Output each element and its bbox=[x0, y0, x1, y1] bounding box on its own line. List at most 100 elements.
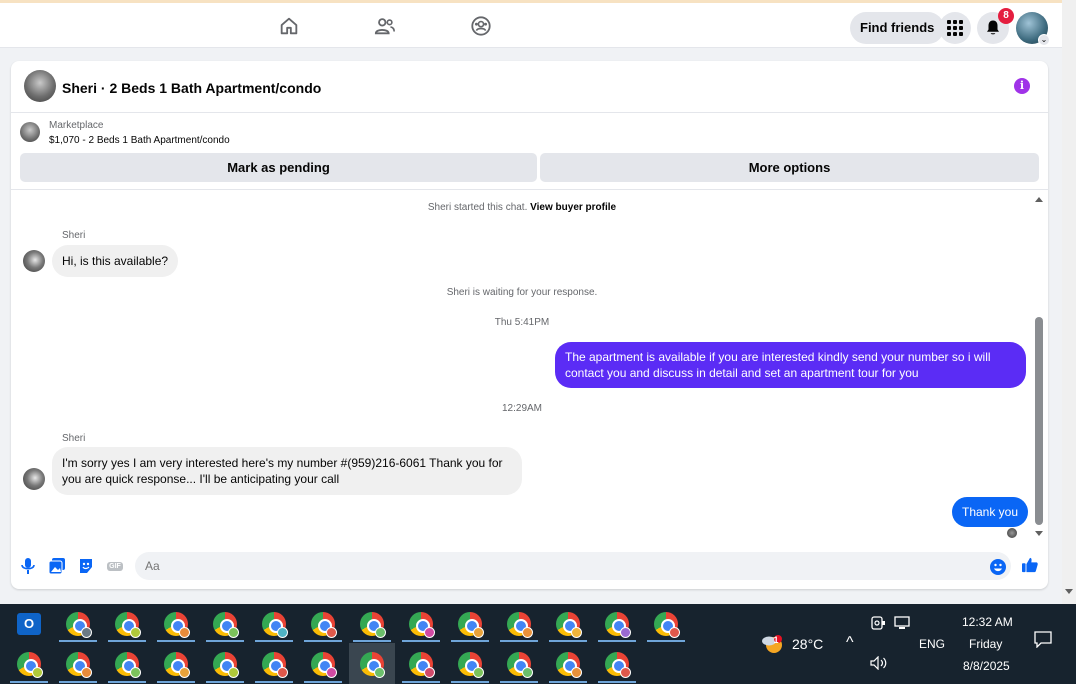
timestamp: 12:29AM bbox=[501, 403, 543, 414]
chrome-icon[interactable] bbox=[502, 647, 536, 681]
chrome-icon[interactable] bbox=[159, 647, 193, 681]
message-input[interactable] bbox=[135, 552, 1011, 580]
sender-avatar[interactable] bbox=[23, 468, 45, 490]
listing-thumbnail[interactable] bbox=[20, 122, 40, 142]
home-icon[interactable] bbox=[276, 13, 302, 39]
sender-avatar[interactable] bbox=[23, 250, 45, 272]
chrome-icon[interactable] bbox=[110, 607, 144, 641]
running-indicator bbox=[304, 640, 342, 642]
running-indicator bbox=[206, 681, 244, 683]
chat-started-text: Sheri started this chat. bbox=[427, 202, 528, 213]
outlook-icon[interactable]: O bbox=[12, 607, 46, 641]
chrome-icon[interactable] bbox=[453, 607, 487, 641]
chrome-icon[interactable] bbox=[453, 647, 487, 681]
chrome-icon-active[interactable] bbox=[349, 643, 395, 684]
chrome-icon[interactable] bbox=[208, 607, 242, 641]
weather-temperature[interactable]: 28°C bbox=[792, 636, 823, 652]
listing-title[interactable]: $1,070 - 2 Beds 1 Bath Apartment/condo bbox=[49, 135, 230, 146]
more-options-button[interactable]: More options bbox=[540, 153, 1039, 182]
running-indicator bbox=[500, 681, 538, 683]
incoming-message[interactable]: I'm sorry yes I am very interested here'… bbox=[52, 447, 522, 495]
page-scrollbar[interactable] bbox=[1062, 0, 1076, 604]
chrome-icon[interactable] bbox=[551, 647, 585, 681]
marketplace-listing-bar: Marketplace $1,070 - 2 Beds 1 Bath Apart… bbox=[11, 114, 1048, 190]
language-indicator[interactable]: ENG bbox=[919, 637, 945, 651]
running-indicator bbox=[402, 681, 440, 683]
chrome-icon[interactable] bbox=[600, 647, 634, 681]
clock-day[interactable]: Friday bbox=[969, 637, 1002, 651]
outgoing-message[interactable]: The apartment is available if you are in… bbox=[555, 342, 1026, 388]
chat-title[interactable]: Sheri · 2 Beds 1 Bath Apartment/condo bbox=[62, 80, 321, 96]
like-icon[interactable] bbox=[1022, 557, 1038, 573]
chevron-up-icon[interactable]: ^ bbox=[846, 634, 854, 652]
find-friends-button[interactable]: Find friends bbox=[850, 12, 945, 44]
chrome-icon[interactable] bbox=[649, 607, 683, 641]
emoji-icon[interactable] bbox=[990, 559, 1006, 575]
outgoing-message[interactable]: Thank you bbox=[952, 497, 1029, 527]
scroll-down-arrow-icon[interactable] bbox=[1065, 589, 1073, 594]
chrome-icon[interactable] bbox=[502, 607, 536, 641]
conversation-panel: Sheri · 2 Beds 1 Bath Apartment/condo i … bbox=[11, 61, 1048, 589]
scroll-up-arrow-icon[interactable] bbox=[1035, 197, 1043, 202]
chrome-icon[interactable] bbox=[404, 607, 438, 641]
incoming-message[interactable]: Hi, is this available? bbox=[52, 245, 179, 277]
network-icon[interactable] bbox=[891, 609, 913, 637]
chrome-icon[interactable] bbox=[551, 607, 585, 641]
chrome-icon[interactable] bbox=[110, 647, 144, 681]
message-composer: GIF bbox=[11, 549, 1048, 589]
chrome-icon[interactable] bbox=[257, 647, 291, 681]
waiting-notice: Sheri is waiting for your response. bbox=[446, 287, 598, 298]
scrollbar-thumb[interactable] bbox=[1035, 317, 1043, 525]
volume-icon[interactable] bbox=[868, 649, 890, 677]
chrome-icon[interactable] bbox=[355, 607, 389, 641]
chrome-icon[interactable] bbox=[61, 647, 95, 681]
running-indicator bbox=[500, 640, 538, 642]
running-indicator bbox=[108, 681, 146, 683]
chat-header: Sheri · 2 Beds 1 Bath Apartment/condo i bbox=[11, 61, 1048, 113]
chrome-icon[interactable] bbox=[306, 607, 340, 641]
marketplace-label: Marketplace bbox=[49, 120, 104, 131]
chrome-icon[interactable] bbox=[600, 607, 634, 641]
chevron-down-icon[interactable]: ⌄ bbox=[1038, 34, 1050, 46]
clock-date[interactable]: 8/8/2025 bbox=[963, 659, 1010, 673]
running-indicator bbox=[59, 681, 97, 683]
view-buyer-profile-link[interactable]: View buyer profile bbox=[530, 202, 616, 213]
weather-alert-count: 1 bbox=[773, 635, 779, 645]
chrome-icon[interactable] bbox=[404, 647, 438, 681]
seen-indicator-avatar bbox=[1007, 528, 1017, 538]
running-indicator bbox=[598, 681, 636, 683]
photo-icon[interactable] bbox=[49, 558, 65, 574]
chrome-icon[interactable] bbox=[208, 647, 242, 681]
menu-grid-button[interactable] bbox=[939, 12, 971, 44]
running-indicator bbox=[59, 640, 97, 642]
gif-icon[interactable]: GIF bbox=[107, 558, 123, 574]
notification-center-icon[interactable] bbox=[1030, 626, 1056, 652]
meet-now-icon[interactable] bbox=[868, 609, 888, 637]
bell-icon bbox=[987, 20, 999, 35]
running-indicator bbox=[10, 681, 48, 683]
mark-as-pending-button[interactable]: Mark as pending bbox=[20, 153, 537, 182]
running-indicator bbox=[157, 640, 195, 642]
info-icon[interactable]: i bbox=[1014, 78, 1030, 94]
chat-scrollbar[interactable] bbox=[1033, 193, 1045, 541]
chrome-icon[interactable] bbox=[159, 607, 193, 641]
chrome-icon[interactable] bbox=[12, 647, 46, 681]
top-navigation-bar: Find friends 8 ⌄ bbox=[0, 0, 1062, 48]
scroll-down-arrow-icon[interactable] bbox=[1035, 531, 1043, 536]
running-indicator bbox=[206, 640, 244, 642]
chrome-icon[interactable] bbox=[257, 607, 291, 641]
clock-time[interactable]: 12:32 AM bbox=[962, 615, 1013, 629]
running-indicator bbox=[647, 640, 685, 642]
windows-taskbar: O 1 28°C ^ ENG 12:32 AM Friday 8/8/2025 bbox=[0, 604, 1076, 684]
sticker-icon[interactable] bbox=[78, 558, 94, 574]
microphone-icon[interactable] bbox=[20, 558, 36, 574]
chrome-icon[interactable] bbox=[306, 647, 340, 681]
running-indicator bbox=[549, 681, 587, 683]
groups-icon[interactable] bbox=[468, 13, 494, 39]
running-indicator bbox=[598, 640, 636, 642]
listing-avatar[interactable] bbox=[24, 70, 56, 102]
sender-name: Sheri bbox=[62, 433, 86, 444]
running-indicator bbox=[451, 681, 489, 683]
friends-icon[interactable] bbox=[372, 13, 398, 39]
chrome-icon[interactable] bbox=[61, 607, 95, 641]
